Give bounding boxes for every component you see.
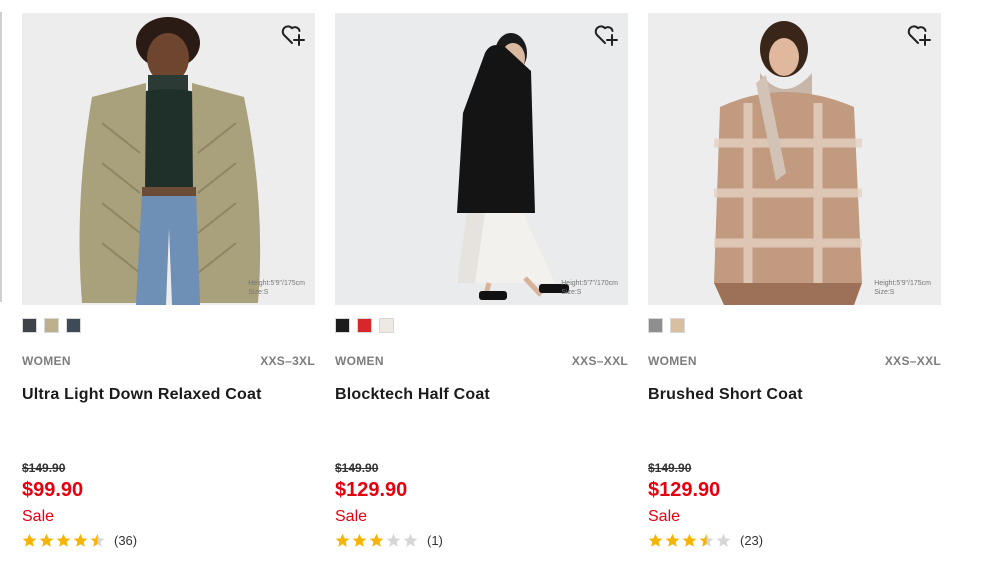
heart-plus-icon[interactable] <box>280 22 306 48</box>
star-icon <box>403 533 418 547</box>
star-icon <box>90 533 105 547</box>
size-range: XXS–3XL <box>260 354 315 368</box>
product-meta: WOMEN XXS–XXL <box>648 354 941 368</box>
star-icon <box>369 533 384 547</box>
star-icon <box>22 533 37 547</box>
product-grid: Height:5'9"/175cm Size:S WOMEN XXS–3XL U… <box>22 13 942 571</box>
color-swatch[interactable] <box>379 318 394 333</box>
star-icon <box>648 533 663 547</box>
model-size: Size:S <box>248 289 269 296</box>
model-info: Height:5'9"/175cm Size:S <box>874 279 931 297</box>
sale-price: $129.90 <box>335 479 408 501</box>
sale-label: Sale <box>22 508 55 525</box>
product-card[interactable]: Height:5'7"/170cm Size:S WOMEN XXS–XXL B… <box>335 13 628 571</box>
size-range: XXS–XXL <box>571 354 628 368</box>
color-swatch[interactable] <box>44 318 59 333</box>
star-icon <box>716 533 731 547</box>
model-info: Height:5'7"/170cm Size:S <box>561 279 618 297</box>
review-count: (1) <box>427 532 443 548</box>
size-range: XXS–XXL <box>884 354 941 368</box>
product-name[interactable]: Ultra Light Down Relaxed Coat <box>22 386 262 404</box>
heart-plus-icon[interactable] <box>593 22 619 48</box>
sale-label: Sale <box>648 508 681 525</box>
model-photo-down-coat <box>79 17 261 305</box>
star-icon <box>386 533 401 547</box>
gender-label: WOMEN <box>22 354 71 368</box>
previous-card-edge <box>0 12 2 302</box>
star-icon <box>39 533 54 547</box>
original-price: $149.90 <box>22 461 66 475</box>
star-icon <box>56 533 71 547</box>
product-card[interactable]: Height:5'9"/175cm Size:S WOMEN XXS–XXL B… <box>648 13 941 571</box>
star-icon <box>682 533 697 547</box>
star-rating <box>648 533 731 548</box>
color-swatch[interactable] <box>22 318 37 333</box>
gender-label: WOMEN <box>335 354 384 368</box>
product-image[interactable]: Height:5'9"/175cm Size:S <box>648 13 941 305</box>
star-icon <box>699 533 714 547</box>
star-rating <box>335 533 418 548</box>
product-image[interactable]: Height:5'9"/175cm Size:S <box>22 13 315 305</box>
color-swatch[interactable] <box>648 318 663 333</box>
color-swatches <box>22 318 81 334</box>
color-swatch[interactable] <box>357 318 372 333</box>
original-price: $149.90 <box>335 461 379 475</box>
model-photo-short-coat <box>714 21 862 305</box>
model-height: Height:5'9"/175cm <box>248 280 305 287</box>
star-icon <box>352 533 367 547</box>
color-swatch[interactable] <box>670 318 685 333</box>
gender-label: WOMEN <box>648 354 697 368</box>
star-rating <box>22 533 105 548</box>
product-card[interactable]: Height:5'9"/175cm Size:S WOMEN XXS–3XL U… <box>22 13 315 571</box>
model-height: Height:5'9"/175cm <box>874 280 931 287</box>
color-swatch[interactable] <box>335 318 350 333</box>
rating[interactable]: (1) <box>335 531 443 549</box>
star-icon <box>73 533 88 547</box>
model-photo-half-coat <box>455 33 569 300</box>
rating[interactable]: (23) <box>648 531 763 549</box>
review-count: (36) <box>114 532 138 548</box>
model-size: Size:S <box>561 289 582 296</box>
rating[interactable]: (36) <box>22 531 137 549</box>
color-swatches <box>335 318 394 334</box>
star-icon <box>335 533 350 547</box>
sale-price: $129.90 <box>648 479 721 501</box>
color-swatch[interactable] <box>66 318 81 333</box>
product-name[interactable]: Blocktech Half Coat <box>335 386 490 404</box>
star-icon <box>665 533 680 547</box>
product-meta: WOMEN XXS–XXL <box>335 354 628 368</box>
product-meta: WOMEN XXS–3XL <box>22 354 315 368</box>
original-price: $149.90 <box>648 461 692 475</box>
heart-plus-icon[interactable] <box>906 22 932 48</box>
sale-price: $99.90 <box>22 479 84 501</box>
model-height: Height:5'7"/170cm <box>561 280 618 287</box>
sale-label: Sale <box>335 508 368 525</box>
product-name[interactable]: Brushed Short Coat <box>648 386 803 404</box>
color-swatches <box>648 318 685 334</box>
model-info: Height:5'9"/175cm Size:S <box>248 279 305 297</box>
model-size: Size:S <box>874 289 895 296</box>
product-image[interactable]: Height:5'7"/170cm Size:S <box>335 13 628 305</box>
review-count: (23) <box>740 532 764 548</box>
